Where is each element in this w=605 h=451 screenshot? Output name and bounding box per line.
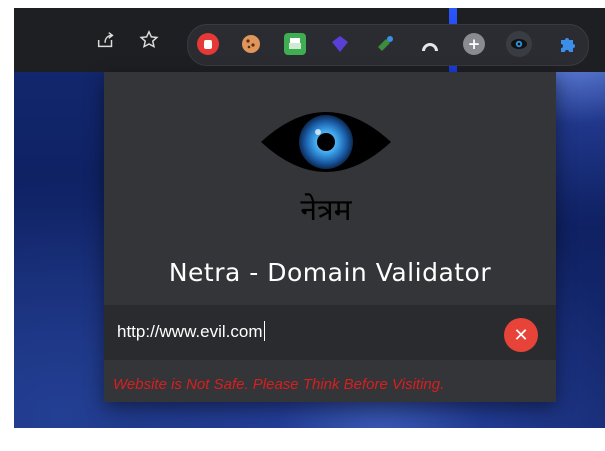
browser-screen: + नेत्रम Netra - Domain Validator http:/… — [14, 8, 605, 451]
cookie-icon[interactable] — [240, 33, 262, 55]
domain-input-row: http://www.evil.com ✕ — [104, 305, 556, 360]
netra-logo: नेत्रम — [261, 112, 391, 228]
netra-popup: नेत्रम Netra - Domain Validator http://w… — [104, 72, 556, 402]
block-hand-icon[interactable] — [197, 33, 219, 55]
arch-icon[interactable] — [419, 33, 441, 55]
purple-gem-icon[interactable] — [329, 33, 351, 55]
status-message: Website is Not Safe. Please Think Before… — [113, 376, 445, 393]
text-caret — [263, 321, 265, 341]
satellite-icon[interactable] — [374, 33, 396, 55]
plus-icon[interactable]: + — [463, 33, 485, 55]
bottom-margin — [0, 428, 605, 451]
puzzle-icon[interactable] — [557, 33, 579, 55]
popup-title: Netra - Domain Validator — [168, 258, 492, 287]
netra-eye-icon[interactable] — [506, 31, 532, 57]
close-icon: ✕ — [513, 324, 529, 346]
browser-toolbar: + — [14, 8, 605, 72]
domain-input-value: http://www.evil.com — [117, 322, 263, 341]
bookmark-star-icon[interactable] — [137, 28, 161, 52]
domain-input[interactable]: http://www.evil.com — [117, 321, 265, 342]
share-icon[interactable] — [94, 28, 118, 52]
clear-button[interactable]: ✕ — [504, 318, 538, 352]
logo-caption: नेत्रम — [300, 193, 352, 228]
print-icon[interactable] — [284, 33, 306, 55]
